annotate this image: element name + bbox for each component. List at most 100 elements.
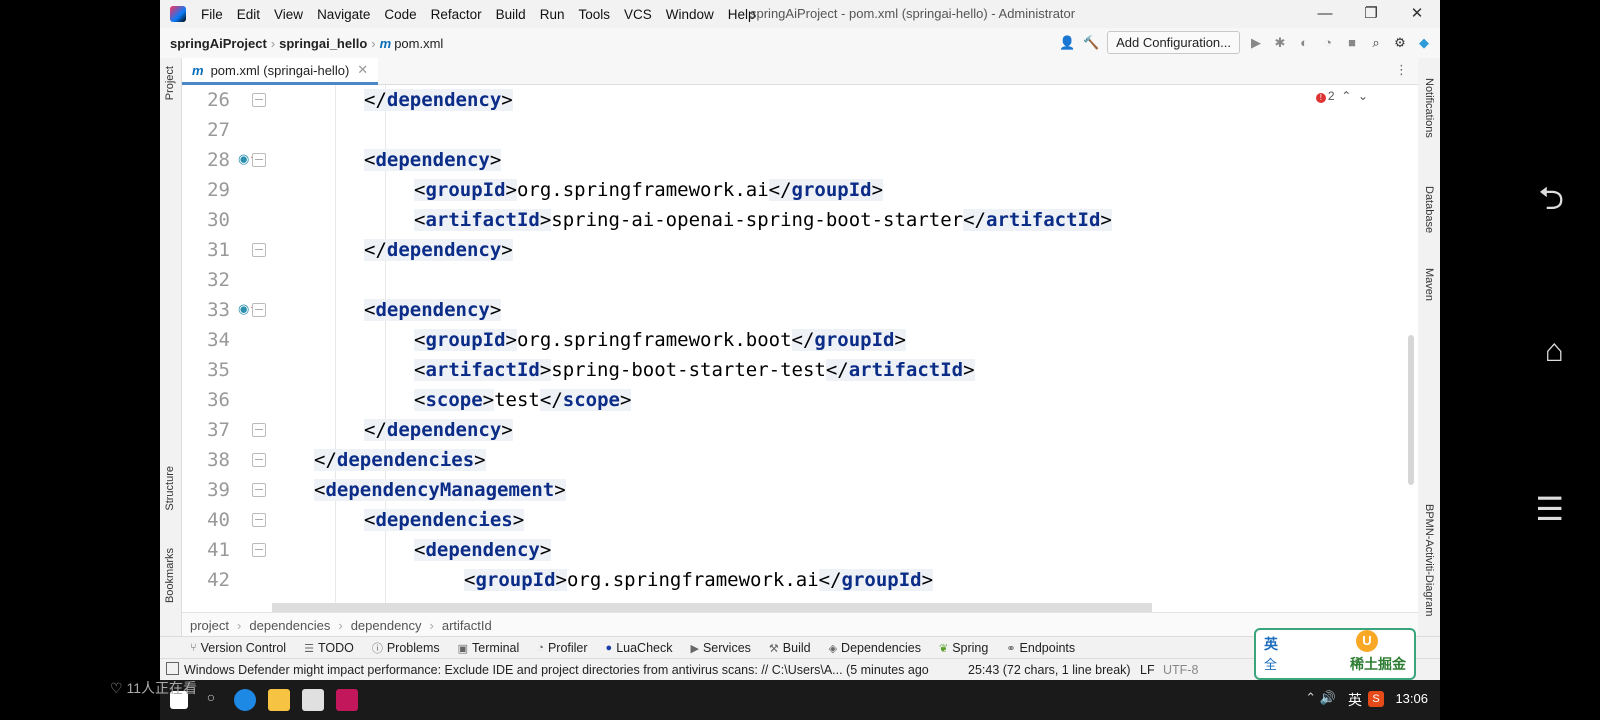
fold-marker-icon[interactable] bbox=[252, 483, 266, 497]
sogou-ime-icon[interactable]: S bbox=[1368, 691, 1384, 707]
bookmarks-tool-button[interactable]: Bookmarks bbox=[164, 548, 176, 603]
code-text: <dependencyManagement> bbox=[314, 479, 566, 501]
menu-tools[interactable]: Tools bbox=[571, 7, 617, 22]
menu-navigate[interactable]: Navigate bbox=[310, 7, 377, 22]
crumb-file[interactable]: pom.xml bbox=[394, 36, 443, 51]
tab-pom-xml[interactable]: m pom.xml (springai-hello) ✕ bbox=[182, 58, 379, 85]
crumb-module[interactable]: springai_hello bbox=[279, 36, 367, 51]
fold-marker-icon[interactable] bbox=[252, 153, 266, 167]
fold-marker-icon[interactable] bbox=[252, 423, 266, 437]
breadcrumb-project[interactable]: project bbox=[182, 618, 237, 633]
debug-icon[interactable]: ✱ bbox=[1272, 35, 1288, 51]
code-line: 31 </dependency> bbox=[182, 235, 1418, 265]
intellij-icon bbox=[170, 6, 186, 22]
maven-tool-button[interactable]: Maven bbox=[1423, 268, 1435, 301]
menu-window[interactable]: Window bbox=[659, 7, 721, 22]
code-text: <groupId>org.springframework.ai</groupId… bbox=[464, 569, 934, 591]
crumb-project[interactable]: springAiProject bbox=[160, 36, 267, 51]
minimize-button[interactable]: — bbox=[1302, 0, 1348, 28]
tool-dependencies[interactable]: ◈ Dependencies bbox=[820, 641, 930, 655]
intellij-taskbar-icon[interactable] bbox=[336, 689, 358, 711]
tool-version-control[interactable]: ⑂ Version Control bbox=[160, 641, 295, 655]
phone-back-icon[interactable]: ⮌ bbox=[1538, 176, 1564, 230]
stop-icon[interactable]: ■ bbox=[1344, 35, 1360, 51]
vertical-scrollbar[interactable] bbox=[1408, 335, 1414, 485]
close-button[interactable]: ✕ bbox=[1394, 0, 1440, 28]
status-bar: Windows Defender might impact performanc… bbox=[160, 658, 1440, 681]
fold-marker-icon[interactable] bbox=[252, 543, 266, 557]
add-configuration-button[interactable]: Add Configuration... bbox=[1107, 31, 1240, 54]
menu-vcs[interactable]: VCS bbox=[617, 7, 659, 22]
breadcrumb-dependencies[interactable]: dependencies bbox=[241, 618, 338, 633]
breadcrumb-artifactid[interactable]: artifactId bbox=[434, 618, 500, 633]
status-toggle-icon[interactable] bbox=[166, 662, 179, 675]
tool-build[interactable]: ⚒ Build bbox=[760, 641, 820, 655]
menu-code[interactable]: Code bbox=[377, 7, 423, 22]
tool-problems[interactable]: ⓘ Problems bbox=[363, 640, 449, 656]
line-separator[interactable]: LF bbox=[1140, 663, 1155, 677]
user-icon[interactable]: 👤 bbox=[1059, 35, 1075, 51]
structure-tool-button[interactable]: Structure bbox=[164, 466, 176, 511]
fold-marker-icon[interactable] bbox=[252, 453, 266, 467]
code-line: 39 <dependencyManagement> bbox=[182, 475, 1418, 505]
phone-menu-icon[interactable]: ☰ bbox=[1535, 490, 1564, 528]
code-line: 33 ◉↑ <dependency> bbox=[182, 295, 1418, 325]
phone-home-icon[interactable]: ⌂ bbox=[1545, 332, 1564, 369]
taskbar-clock[interactable]: 13:06 bbox=[1395, 691, 1428, 706]
close-tab-icon[interactable]: ✕ bbox=[357, 62, 368, 78]
tool-endpoints[interactable]: ⚭ Endpoints bbox=[997, 641, 1084, 655]
menu-run[interactable]: Run bbox=[533, 7, 572, 22]
notepad-icon[interactable] bbox=[302, 689, 324, 711]
tool-luacheck[interactable]: ● LuaCheck bbox=[597, 641, 682, 655]
caret-position[interactable]: 25:43 (72 chars, 1 line break) bbox=[968, 663, 1131, 677]
menu-file[interactable]: File bbox=[194, 7, 230, 22]
bpmn-tool-button[interactable]: BPMN-Activiti-Diagram bbox=[1423, 504, 1435, 616]
tray-icons[interactable]: ⌃ 🔊 bbox=[1305, 690, 1336, 706]
notifications-tool-button[interactable]: Notifications bbox=[1423, 78, 1435, 138]
menu-view[interactable]: View bbox=[267, 7, 310, 22]
spring-leaf-icon: ❦ bbox=[938, 642, 949, 655]
edge-browser-icon[interactable] bbox=[234, 689, 256, 711]
fold-marker-icon[interactable] bbox=[252, 93, 266, 107]
fold-marker-icon[interactable] bbox=[252, 243, 266, 257]
menu-edit[interactable]: Edit bbox=[230, 7, 267, 22]
coverage-icon[interactable]: ◐ bbox=[1296, 35, 1312, 51]
maven-file-icon: m bbox=[192, 62, 204, 78]
fold-marker-icon[interactable] bbox=[252, 513, 266, 527]
status-message[interactable]: Windows Defender might impact performanc… bbox=[160, 663, 929, 677]
menu-refactor[interactable]: Refactor bbox=[424, 7, 489, 22]
horizontal-scrollbar[interactable] bbox=[272, 603, 1152, 612]
tab-actions-icon[interactable]: ⋮ bbox=[1395, 62, 1408, 78]
menu-build[interactable]: Build bbox=[489, 7, 533, 22]
search-icon[interactable]: ⌕ bbox=[1368, 35, 1384, 51]
settings-gear-icon[interactable]: ⚙ bbox=[1392, 35, 1408, 51]
tool-todo[interactable]: ☰ TODO bbox=[295, 641, 363, 655]
tool-profiler[interactable]: ◔ Profiler bbox=[528, 641, 596, 655]
editor-breadcrumbs: project › dependencies › dependency › ar… bbox=[182, 612, 1418, 637]
fold-marker-icon[interactable] bbox=[252, 303, 266, 317]
brand-badge-icon: U bbox=[1356, 630, 1378, 652]
code-line: 32 bbox=[182, 265, 1418, 295]
file-explorer-icon[interactable] bbox=[268, 689, 290, 711]
run-icon[interactable]: ▶ bbox=[1248, 35, 1264, 51]
search-icon[interactable]: ○ bbox=[200, 689, 222, 711]
ide-window: File Edit View Navigate Code Refactor Bu… bbox=[160, 0, 1440, 720]
jetbrains-logo-icon[interactable]: ◆ bbox=[1416, 35, 1432, 51]
project-tool-button[interactable]: Project bbox=[164, 66, 176, 100]
code-editor[interactable]: !2 ⌃ ⌄ 26 </dependency> 27 28 ◉↑ <depend… bbox=[182, 85, 1418, 612]
code-text: </dependency> bbox=[364, 419, 513, 441]
file-encoding[interactable]: UTF-8 bbox=[1163, 663, 1198, 677]
tool-services[interactable]: ▶ Services bbox=[682, 641, 760, 655]
ime-indicator[interactable]: 英 bbox=[1348, 690, 1362, 710]
breadcrumb-dependency[interactable]: dependency bbox=[343, 618, 430, 633]
database-tool-button[interactable]: Database bbox=[1423, 186, 1435, 233]
code-text: <artifactId>spring-boot-starter-test</ar… bbox=[414, 359, 975, 381]
code-text: <dependency> bbox=[414, 539, 552, 561]
profile-icon[interactable]: ◔ bbox=[1320, 35, 1336, 51]
line-number: 33 bbox=[207, 299, 230, 321]
tool-terminal[interactable]: ▣ Terminal bbox=[449, 641, 529, 655]
restore-button[interactable]: ❐ bbox=[1348, 0, 1394, 28]
build-hammer-icon[interactable]: 🔨 bbox=[1083, 35, 1099, 51]
tool-spring[interactable]: ❦ Spring bbox=[930, 641, 997, 655]
ime-floating-widget[interactable]: 英 全 U 稀土掘金 bbox=[1254, 628, 1416, 680]
